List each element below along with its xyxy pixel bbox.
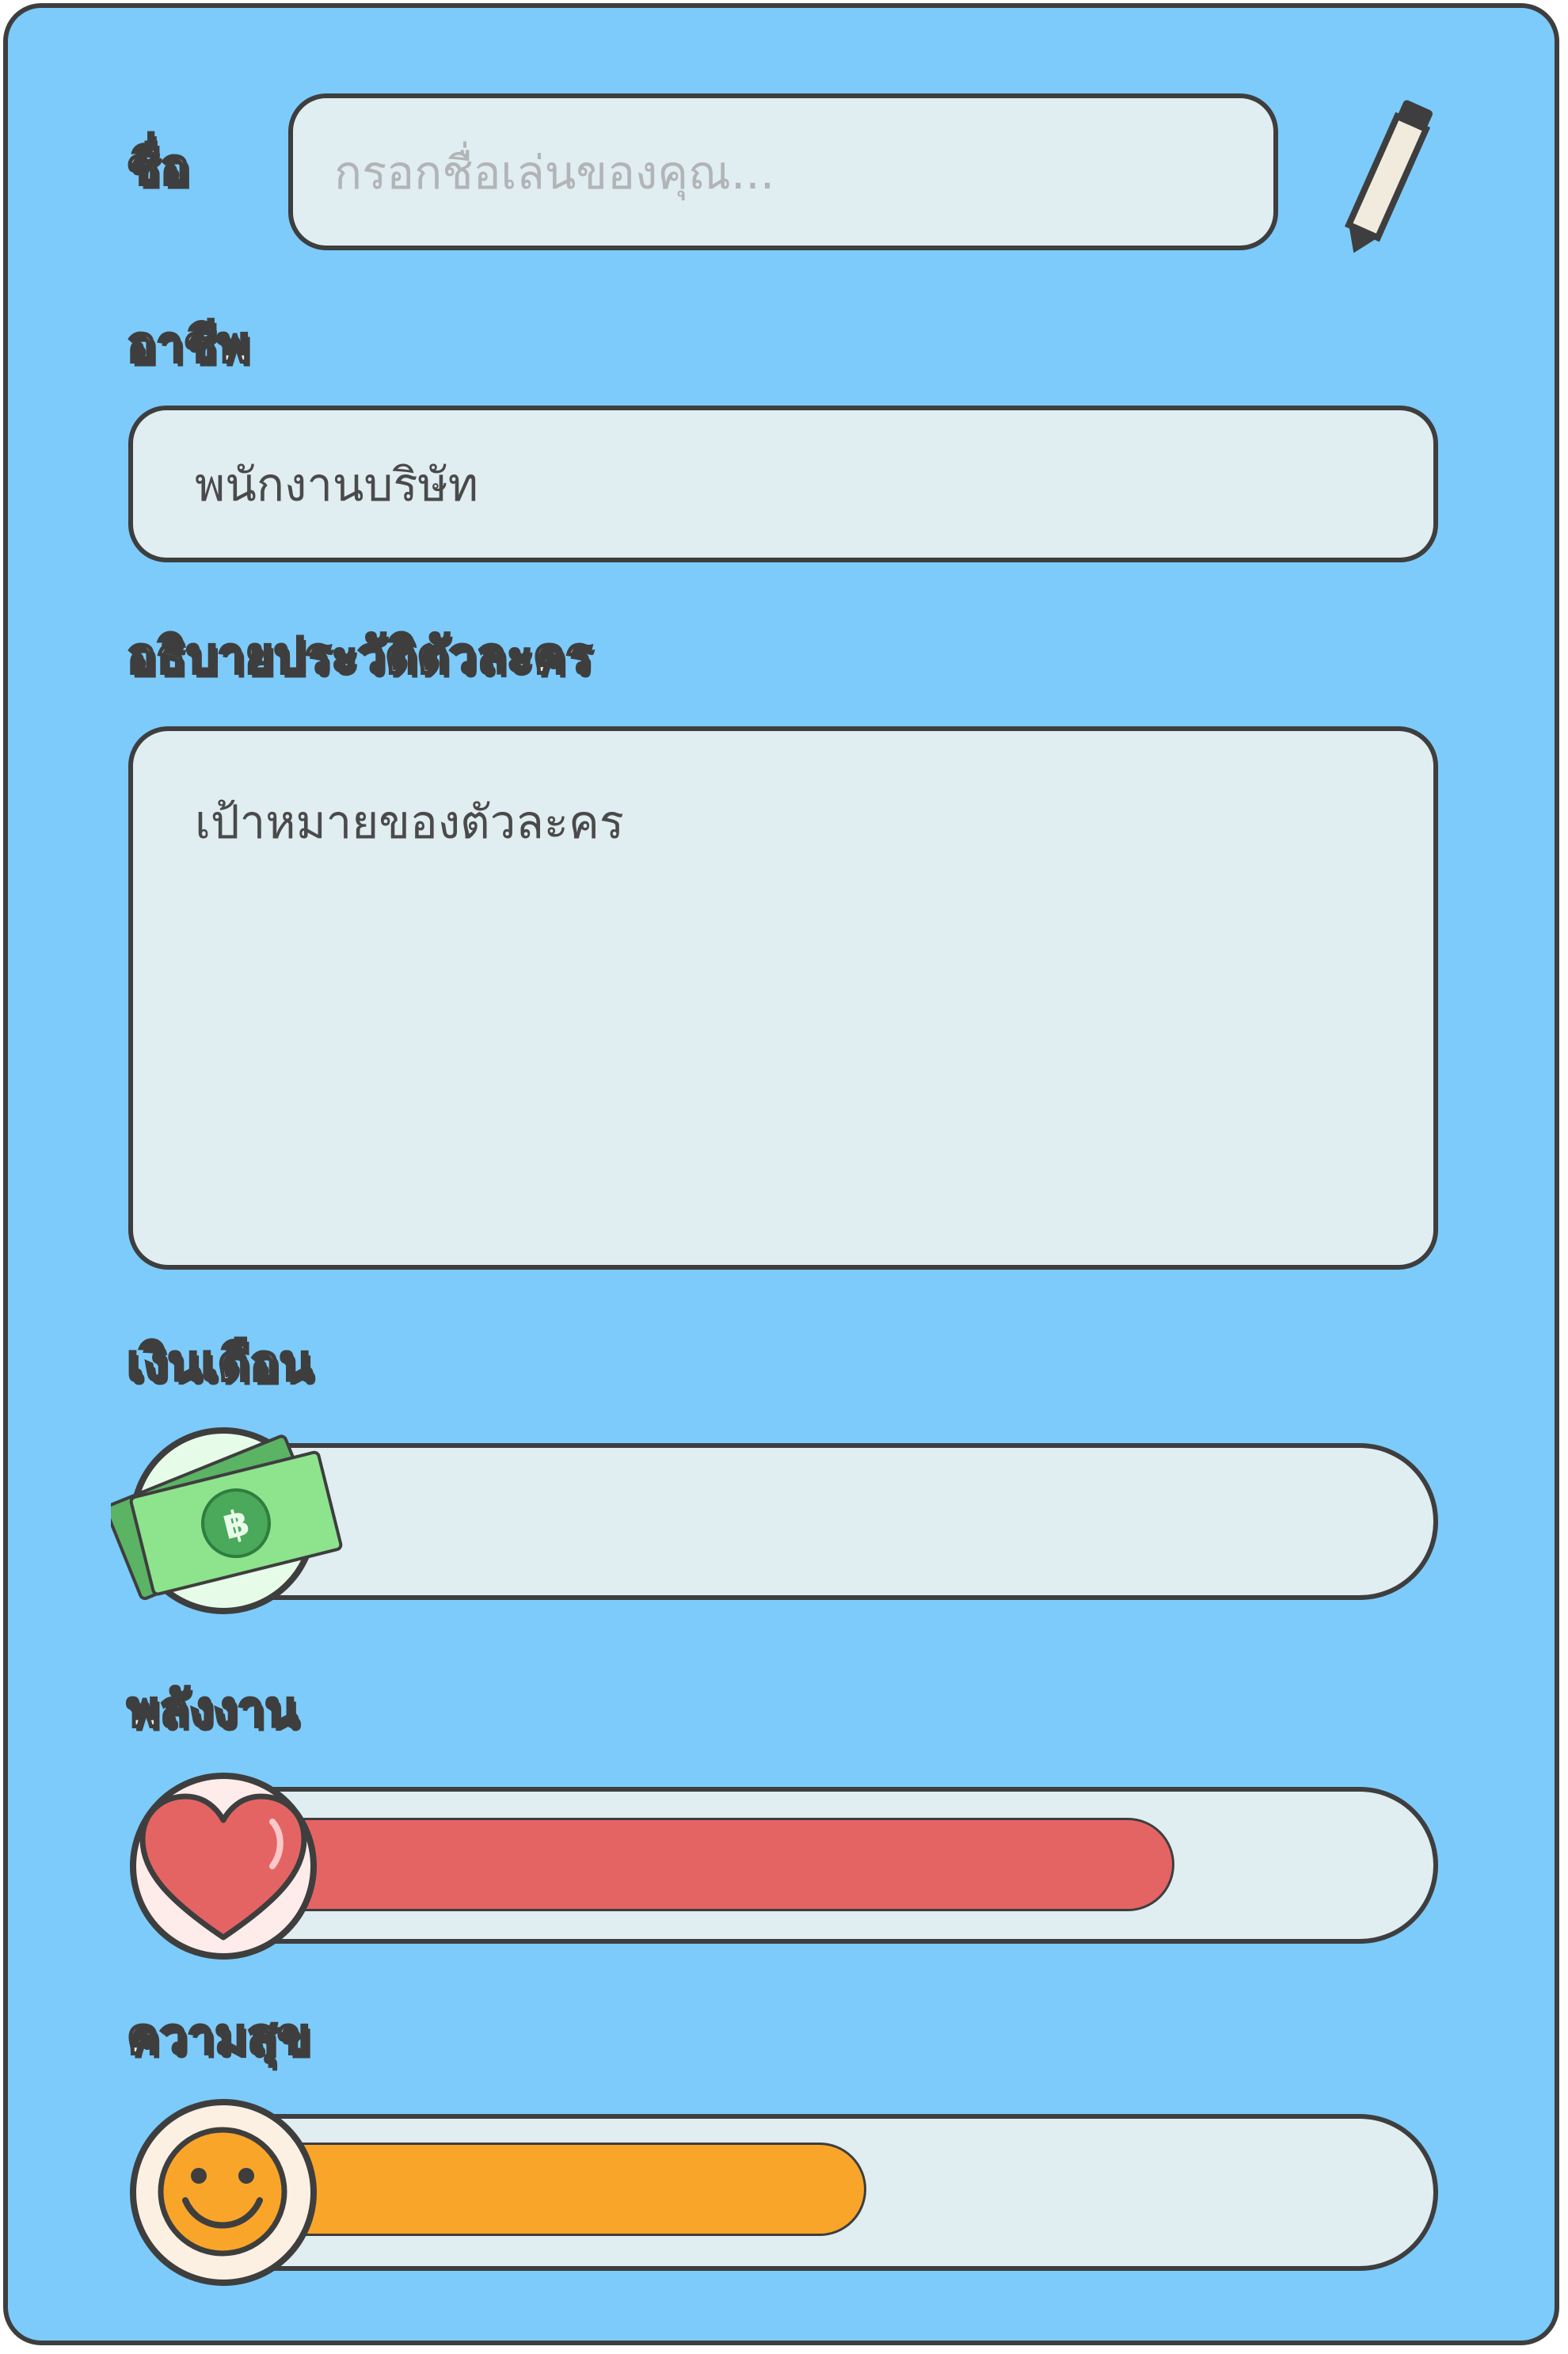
description-textarea[interactable]: เป้าหมายของตัวละคร [128,726,1438,1270]
happiness-bar-fill [285,2143,867,2236]
name-input[interactable]: กรอกชื่อเล่นของคุณ... [288,93,1278,250]
name-placeholder: กรอกชื่อเล่นของคุณ... [334,145,775,200]
salary-bar [238,1443,1438,1600]
heart-icon [139,1793,307,1941]
occupation-label: อาชีพ [126,315,251,373]
happiness-label: ความสุข [125,2007,311,2065]
salary-label: เงินเดือน [126,1334,314,1392]
smiley-icon [158,2127,287,2257]
name-label: ชื่อ [125,138,190,196]
energy-bar-fill [285,1818,1175,1911]
description-label: อธิบายประวัติตัวละคร [126,627,594,684]
energy-label: พลังงาน [126,1680,300,1738]
occupation-input[interactable]: พนักงานบริษัท [128,406,1438,562]
occupation-value: พนักงานบริษัท [195,457,478,512]
pencil-icon[interactable] [1330,93,1441,268]
description-value: เป้าหมายของตัวละคร [195,795,624,849]
money-icon: ฿ [111,1434,343,1601]
